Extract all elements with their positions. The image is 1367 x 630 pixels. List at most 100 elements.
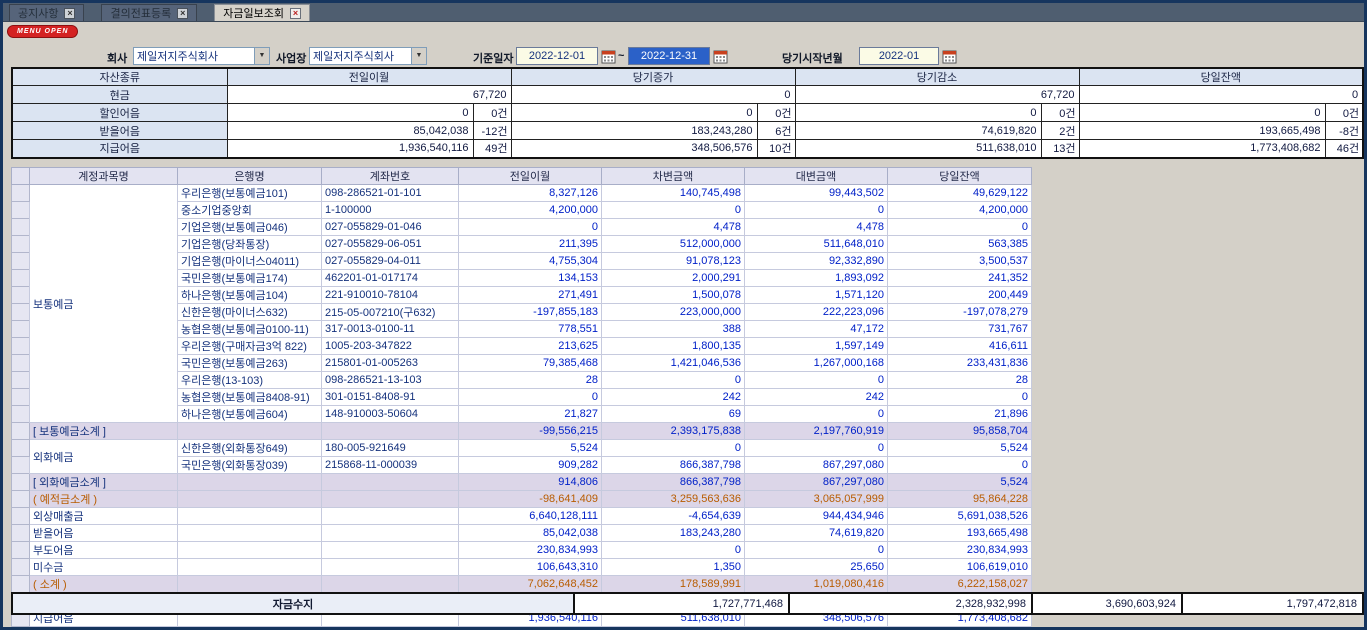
amount-cell: 25,650 [745, 559, 888, 576]
row-selector[interactable] [12, 457, 30, 474]
row-selector[interactable] [12, 338, 30, 355]
site-select[interactable]: 제일저지주식회사 ▼ [309, 47, 427, 65]
close-icon[interactable]: × [177, 8, 188, 19]
row-selector[interactable] [12, 219, 30, 236]
detail-row[interactable]: 부도어음230,834,99300230,834,993 [12, 542, 1032, 559]
account-number-cell: 317-0013-0100-11 [322, 321, 459, 338]
row-selector[interactable] [12, 423, 30, 440]
detail-header-row: 계정과목명 은행명 계좌번호 전일이월 차변금액 대변금액 당일잔액 [12, 168, 1032, 185]
fund-balance-value: 1,797,472,818 [1182, 593, 1363, 614]
row-selector[interactable] [12, 236, 30, 253]
chevron-down-icon[interactable]: ▼ [411, 48, 426, 64]
amount-cell: 69 [602, 406, 745, 423]
account-name-cell: 미지급금(거래처) [30, 627, 178, 628]
asset-type-cell: 할인어음 [12, 104, 227, 122]
account-group-cell: 외화예금 [30, 440, 178, 474]
base-date-from-input[interactable]: 2022-12-01 [516, 47, 598, 65]
detail-row[interactable]: ( 예적금소계 )-98,641,4093,259,563,6363,065,0… [12, 491, 1032, 508]
row-selector[interactable] [12, 372, 30, 389]
tab-notice[interactable]: 공지사항 × [9, 4, 84, 21]
detail-header: 은행명 [178, 168, 322, 185]
summary-row[interactable]: 받을어음85,042,038-12건183,243,2806건74,619,82… [12, 122, 1363, 140]
tab-fund-daily-report[interactable]: 자금일보조회 × [214, 4, 310, 21]
summary-amount-cell: 183,243,280 [511, 122, 757, 140]
bank-name-cell: 기업은행(당좌통장) [178, 236, 322, 253]
detail-row[interactable]: 미수금106,643,3101,35025,650106,619,010 [12, 559, 1032, 576]
detail-row[interactable]: ( 소계 )7,062,648,452178,589,9911,019,080,… [12, 576, 1032, 593]
row-selector[interactable] [12, 202, 30, 219]
menu-open-button[interactable]: MENU OPEN [7, 25, 78, 38]
calendar-icon[interactable] [713, 49, 728, 64]
amount-cell: 867,297,080 [745, 457, 888, 474]
amount-cell: 6,222,158,027 [888, 576, 1032, 593]
amount-cell: 47,172 [745, 321, 888, 338]
bank-name-cell: 신한은행(외화통장649) [178, 440, 322, 457]
row-selector[interactable] [12, 576, 30, 593]
row-selector[interactable] [12, 287, 30, 304]
period-start-input[interactable]: 2022-01 [859, 47, 939, 65]
close-icon[interactable]: × [290, 8, 301, 19]
amount-cell: 0 [745, 542, 888, 559]
account-name-cell: 외상매출금 [30, 508, 178, 525]
calendar-icon[interactable] [942, 49, 957, 64]
asset-type-cell: 받을어음 [12, 122, 227, 140]
amount-cell: 1,350 [602, 559, 745, 576]
row-selector[interactable] [12, 253, 30, 270]
row-selector[interactable] [12, 355, 30, 372]
row-selector[interactable] [12, 185, 30, 202]
amount-cell: 731,767 [888, 321, 1032, 338]
bank-name-cell: 중소기업중앙회 [178, 202, 322, 219]
detail-row[interactable]: [ 외화예금소계 ]914,806866,387,798867,297,0805… [12, 474, 1032, 491]
row-selector[interactable] [12, 627, 30, 628]
company-select[interactable]: 제일저지주식회사 ▼ [133, 47, 270, 65]
detail-row[interactable]: 보통예금우리은행(보통예금101)098-286521-01-1018,327,… [12, 185, 1032, 202]
amount-cell: 0 [602, 372, 745, 389]
amount-cell: 563,385 [888, 236, 1032, 253]
amount-cell: 388 [602, 321, 745, 338]
account-number-cell [322, 559, 459, 576]
summary-row[interactable]: 할인어음00건00건00건00건 [12, 104, 1363, 122]
detail-row[interactable]: 외화예금신한은행(외화통장649)180-005-9216495,524005,… [12, 440, 1032, 457]
row-selector[interactable] [12, 389, 30, 406]
row-selector[interactable] [12, 508, 30, 525]
row-selector[interactable] [12, 440, 30, 457]
row-selector[interactable] [12, 321, 30, 338]
detail-row[interactable]: [ 보통예금소계 ]-99,556,2152,393,175,8382,197,… [12, 423, 1032, 440]
account-number-cell [322, 525, 459, 542]
row-selector[interactable] [12, 304, 30, 321]
bank-name-cell [178, 576, 322, 593]
row-selector[interactable] [12, 474, 30, 491]
amount-cell: 95,858,704 [888, 423, 1032, 440]
summary-count-cell: 46건 [1325, 140, 1363, 158]
row-selector[interactable] [12, 559, 30, 576]
account-number-cell: 148-910003-50604 [322, 406, 459, 423]
account-number-cell: 215-05-007210(구632) [322, 304, 459, 321]
summary-header: 전일이월 [227, 68, 511, 86]
amount-cell: 271,491 [459, 287, 602, 304]
row-selector[interactable] [12, 525, 30, 542]
account-number-cell: 180-005-921649 [322, 440, 459, 457]
detail-row[interactable]: 미지급금(거래처)289,978,26397,693,27344,929,615… [12, 627, 1032, 628]
amount-cell: 106,643,310 [459, 559, 602, 576]
summary-row[interactable]: 지급어음1,936,540,11649건348,506,57610건511,63… [12, 140, 1363, 158]
account-number-cell [322, 474, 459, 491]
row-selector[interactable] [12, 270, 30, 287]
row-selector[interactable] [12, 542, 30, 559]
row-selector[interactable] [12, 491, 30, 508]
chevron-down-icon[interactable]: ▼ [254, 48, 269, 64]
summary-row[interactable]: 현금67,720067,7200 [12, 86, 1363, 104]
row-selector[interactable] [12, 406, 30, 423]
detail-row[interactable]: 외상매출금6,640,128,111-4,654,639944,434,9465… [12, 508, 1032, 525]
close-icon[interactable]: × [64, 8, 75, 19]
tab-label: 공지사항 [18, 5, 58, 21]
summary-amount-cell: 0 [511, 86, 795, 104]
tab-voucher-entry[interactable]: 결의전표등록 × [101, 4, 197, 21]
summary-amount-cell: 0 [511, 104, 757, 122]
summary-amount-cell: 74,619,820 [795, 122, 1041, 140]
base-date-to-input[interactable]: 2022-12-31 [628, 47, 710, 65]
amount-cell: 230,834,993 [459, 542, 602, 559]
amount-cell: 914,806 [459, 474, 602, 491]
amount-cell: 4,478 [602, 219, 745, 236]
detail-row[interactable]: 받을어음85,042,038183,243,28074,619,820193,6… [12, 525, 1032, 542]
calendar-icon[interactable] [601, 49, 616, 64]
